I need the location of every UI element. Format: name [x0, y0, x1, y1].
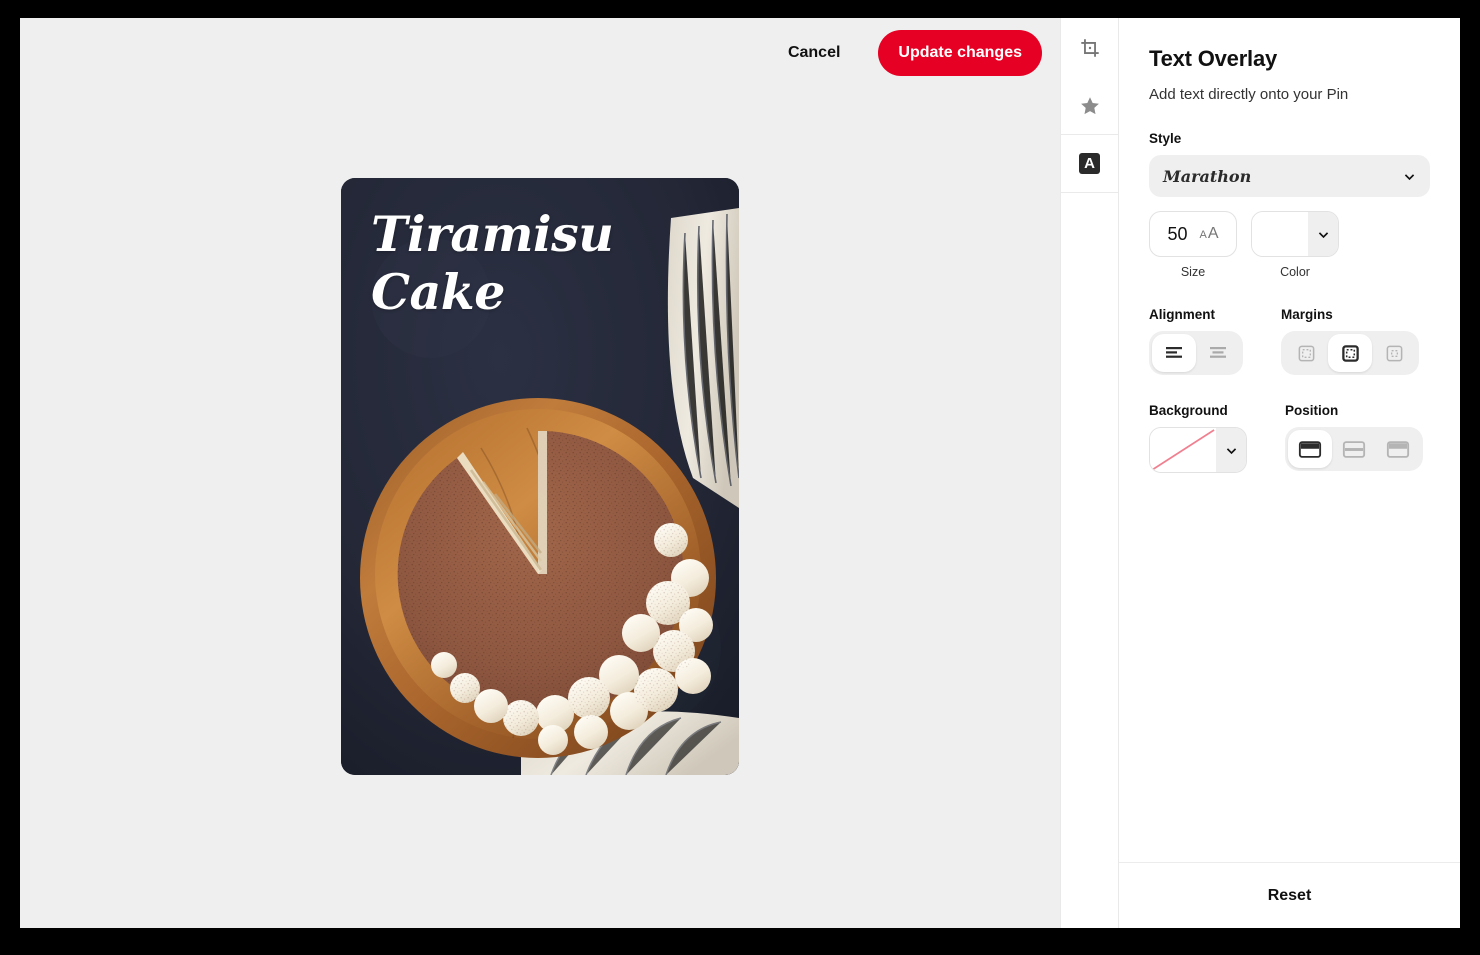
update-changes-button[interactable]: Update changes [878, 30, 1042, 76]
align-left-icon [1166, 347, 1182, 358]
chevron-down-icon [1226, 447, 1236, 454]
align-center-button[interactable] [1196, 334, 1240, 372]
background-dropdown-toggle[interactable] [1216, 428, 1246, 472]
size-color-row: 50 AA Size Color [1149, 211, 1430, 279]
alignment-segmented-control [1149, 331, 1243, 375]
position-label: Position [1285, 403, 1339, 418]
sidebar-item-crop[interactable] [1061, 19, 1118, 77]
align-center-icon [1210, 347, 1226, 358]
reset-button[interactable]: Reset [1248, 875, 1332, 917]
background-swatch-none [1150, 428, 1216, 472]
alignment-label: Alignment [1149, 307, 1215, 322]
margins-segmented-control [1281, 331, 1419, 375]
pin-preview[interactable]: Tiramisu Cake [341, 178, 739, 775]
sidebar-item-text-overlay[interactable]: A [1061, 135, 1118, 193]
panel-body: Text Overlay Add text directly onto your… [1119, 18, 1460, 862]
sidebar-item-highlight[interactable] [1061, 77, 1118, 135]
margin-medium-button[interactable] [1328, 334, 1372, 372]
style-label: Style [1149, 131, 1182, 146]
margin-large-icon [1386, 345, 1402, 361]
text-a-icon: A [1079, 153, 1100, 174]
size-group: 50 AA Size [1149, 211, 1237, 279]
background-position-row: Background Position [1149, 403, 1430, 473]
editor-window: Cancel Update changes Tiramisu Cake A Te… [20, 18, 1460, 928]
color-picker[interactable] [1251, 211, 1339, 257]
position-segmented-control [1285, 427, 1423, 471]
chevron-down-icon [1318, 231, 1328, 238]
alignment-group: Alignment [1149, 307, 1243, 375]
crop-icon [1080, 38, 1099, 57]
color-swatch [1252, 212, 1308, 256]
position-top-button[interactable] [1288, 430, 1332, 468]
style-group: Style Marathon [1149, 131, 1430, 197]
margins-group: Margins [1281, 307, 1419, 375]
color-caption: Color [1280, 265, 1310, 279]
style-selected-value: Marathon [1163, 166, 1252, 186]
panel-footer: Reset [1119, 862, 1460, 928]
panel-subtitle: Add text directly onto your Pin [1149, 86, 1349, 103]
margin-small-button[interactable] [1284, 334, 1328, 372]
position-middle-button[interactable] [1332, 430, 1376, 468]
position-bottom-button[interactable] [1376, 430, 1420, 468]
chevron-down-icon [1404, 173, 1415, 180]
cancel-button[interactable]: Cancel [776, 34, 852, 72]
margin-medium-icon [1341, 344, 1359, 362]
star-icon [1080, 96, 1099, 114]
background-label: Background [1149, 403, 1228, 418]
color-group: Color [1251, 211, 1339, 279]
text-overlay-panel: Text Overlay Add text directly onto your… [1118, 18, 1460, 928]
background-picker[interactable] [1149, 427, 1247, 473]
pin-overlay-text[interactable]: Tiramisu Cake [371, 205, 709, 322]
position-bottom-icon [1386, 440, 1410, 458]
canvas-area: Cancel Update changes Tiramisu Cake [20, 18, 1060, 928]
color-dropdown-toggle[interactable] [1308, 212, 1338, 256]
position-top-icon [1298, 440, 1322, 458]
top-action-bar: Cancel Update changes [776, 18, 1060, 88]
editor-tool-rail: A [1060, 18, 1118, 928]
font-size-icon: AA [1199, 225, 1219, 242]
align-left-button[interactable] [1152, 334, 1196, 372]
size-input[interactable]: 50 AA [1149, 211, 1237, 257]
size-value: 50 [1167, 223, 1188, 244]
pin-card: Tiramisu Cake [341, 178, 739, 775]
no-background-slash-icon [1151, 429, 1215, 471]
margin-small-icon [1298, 345, 1314, 361]
position-group: Position [1285, 403, 1423, 473]
size-caption: Size [1180, 265, 1206, 279]
style-select[interactable]: Marathon [1149, 155, 1430, 197]
margins-label: Margins [1281, 307, 1333, 322]
alignment-margins-row: Alignment Margins [1149, 307, 1430, 375]
position-middle-icon [1342, 440, 1366, 458]
background-group: Background [1149, 403, 1247, 473]
panel-title: Text Overlay [1149, 46, 1278, 71]
margin-large-button[interactable] [1372, 334, 1416, 372]
